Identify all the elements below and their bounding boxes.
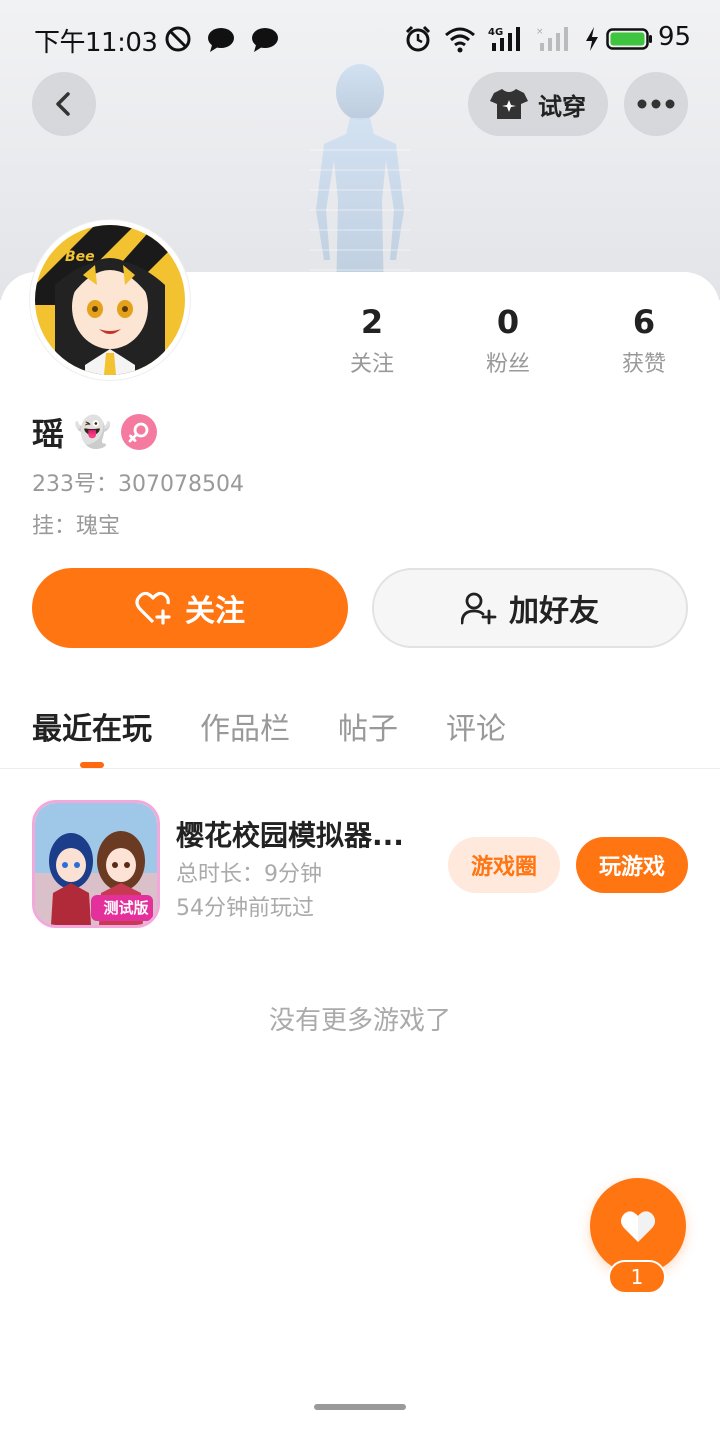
username: 瑶 bbox=[32, 415, 65, 453]
list-item[interactable]: 测试版 樱花校园模拟器... 总时长：9分钟 54分钟前玩过 游戏圈 玩游戏 bbox=[0, 800, 720, 930]
user-guild: 挂：瑰宝 bbox=[32, 514, 121, 539]
like-count-badge: 1 bbox=[608, 1260, 666, 1294]
wifi-icon bbox=[445, 27, 475, 53]
home-indicator[interactable] bbox=[314, 1404, 406, 1410]
stat-likes-value: 6 bbox=[632, 303, 656, 341]
svg-text:4G: 4G bbox=[488, 27, 503, 38]
status-time: 下午11:03 bbox=[34, 28, 158, 58]
avatar-image: Bee bbox=[35, 225, 185, 375]
user-id: 233号：307078504 bbox=[32, 472, 244, 497]
stat-followers-label: 粉丝 bbox=[485, 352, 530, 377]
avatar[interactable]: Bee bbox=[30, 220, 190, 380]
svg-text:Bee: Bee bbox=[65, 249, 95, 265]
test-version-badge: 测试版 bbox=[103, 899, 149, 917]
ghost-emoji: 👻 bbox=[74, 414, 112, 450]
stat-following[interactable]: 2 关注 bbox=[312, 302, 432, 378]
tabs-divider bbox=[0, 768, 720, 769]
signal-4g-icon: 4G bbox=[488, 27, 520, 51]
stat-followers[interactable]: 0 粉丝 bbox=[448, 302, 568, 378]
username-row: 瑶 👻 bbox=[32, 410, 158, 454]
battery-icon bbox=[606, 28, 652, 50]
battery-percent: 95 bbox=[658, 22, 692, 52]
heart-icon bbox=[621, 1211, 655, 1242]
heart-plus-icon bbox=[135, 591, 171, 625]
game-duration: 总时长：9分钟 bbox=[176, 862, 322, 887]
alarm-icon bbox=[405, 25, 431, 52]
chevron-left-icon bbox=[56, 92, 70, 116]
tab-comments[interactable]: 评论 bbox=[446, 704, 506, 748]
tab-posts[interactable]: 帖子 bbox=[338, 704, 398, 748]
dnd-icon bbox=[165, 26, 191, 52]
tshirt-sparkle-icon bbox=[490, 89, 528, 119]
chat-bubble-icon bbox=[208, 28, 234, 52]
add-friend-label: 加好友 bbox=[509, 594, 599, 629]
stat-following-label: 关注 bbox=[349, 352, 394, 377]
try-on-button[interactable]: 试穿 bbox=[468, 72, 608, 136]
follow-label: 关注 bbox=[185, 594, 245, 629]
signal-none-icon: × bbox=[536, 27, 568, 51]
more-dots-icon bbox=[637, 99, 675, 109]
avatar-3d-figure-silhouette bbox=[310, 64, 410, 300]
game-last-played: 54分钟前玩过 bbox=[176, 896, 314, 921]
gender-female-icon bbox=[121, 414, 158, 450]
play-game-button[interactable]: 玩游戏 bbox=[576, 837, 688, 893]
tab-works[interactable]: 作品栏 bbox=[200, 704, 290, 748]
status-bar: 下午11:03 4G × 95 bbox=[0, 0, 720, 76]
add-friend-button[interactable]: 加好友 bbox=[372, 568, 688, 648]
add-user-icon bbox=[461, 592, 497, 625]
stat-followers-value: 0 bbox=[496, 303, 520, 341]
charging-icon bbox=[586, 27, 598, 51]
chat-bubble-icon bbox=[252, 28, 278, 52]
stat-likes-label: 获赞 bbox=[621, 352, 666, 377]
game-icon: 测试版 bbox=[32, 800, 160, 928]
stat-following-value: 2 bbox=[360, 303, 384, 341]
stat-likes[interactable]: 6 获赞 bbox=[584, 302, 704, 378]
svg-text:×: × bbox=[536, 27, 544, 37]
back-button[interactable] bbox=[32, 72, 96, 136]
try-on-label: 试穿 bbox=[538, 92, 586, 121]
game-circle-button[interactable]: 游戏圈 bbox=[448, 837, 560, 893]
game-title: 樱花校园模拟器... bbox=[176, 819, 404, 852]
more-button[interactable] bbox=[624, 72, 688, 136]
tab-recently-played[interactable]: 最近在玩 bbox=[32, 704, 152, 748]
follow-button[interactable]: 关注 bbox=[32, 568, 348, 648]
no-more-games-text: 没有更多游戏了 bbox=[268, 1006, 451, 1036]
